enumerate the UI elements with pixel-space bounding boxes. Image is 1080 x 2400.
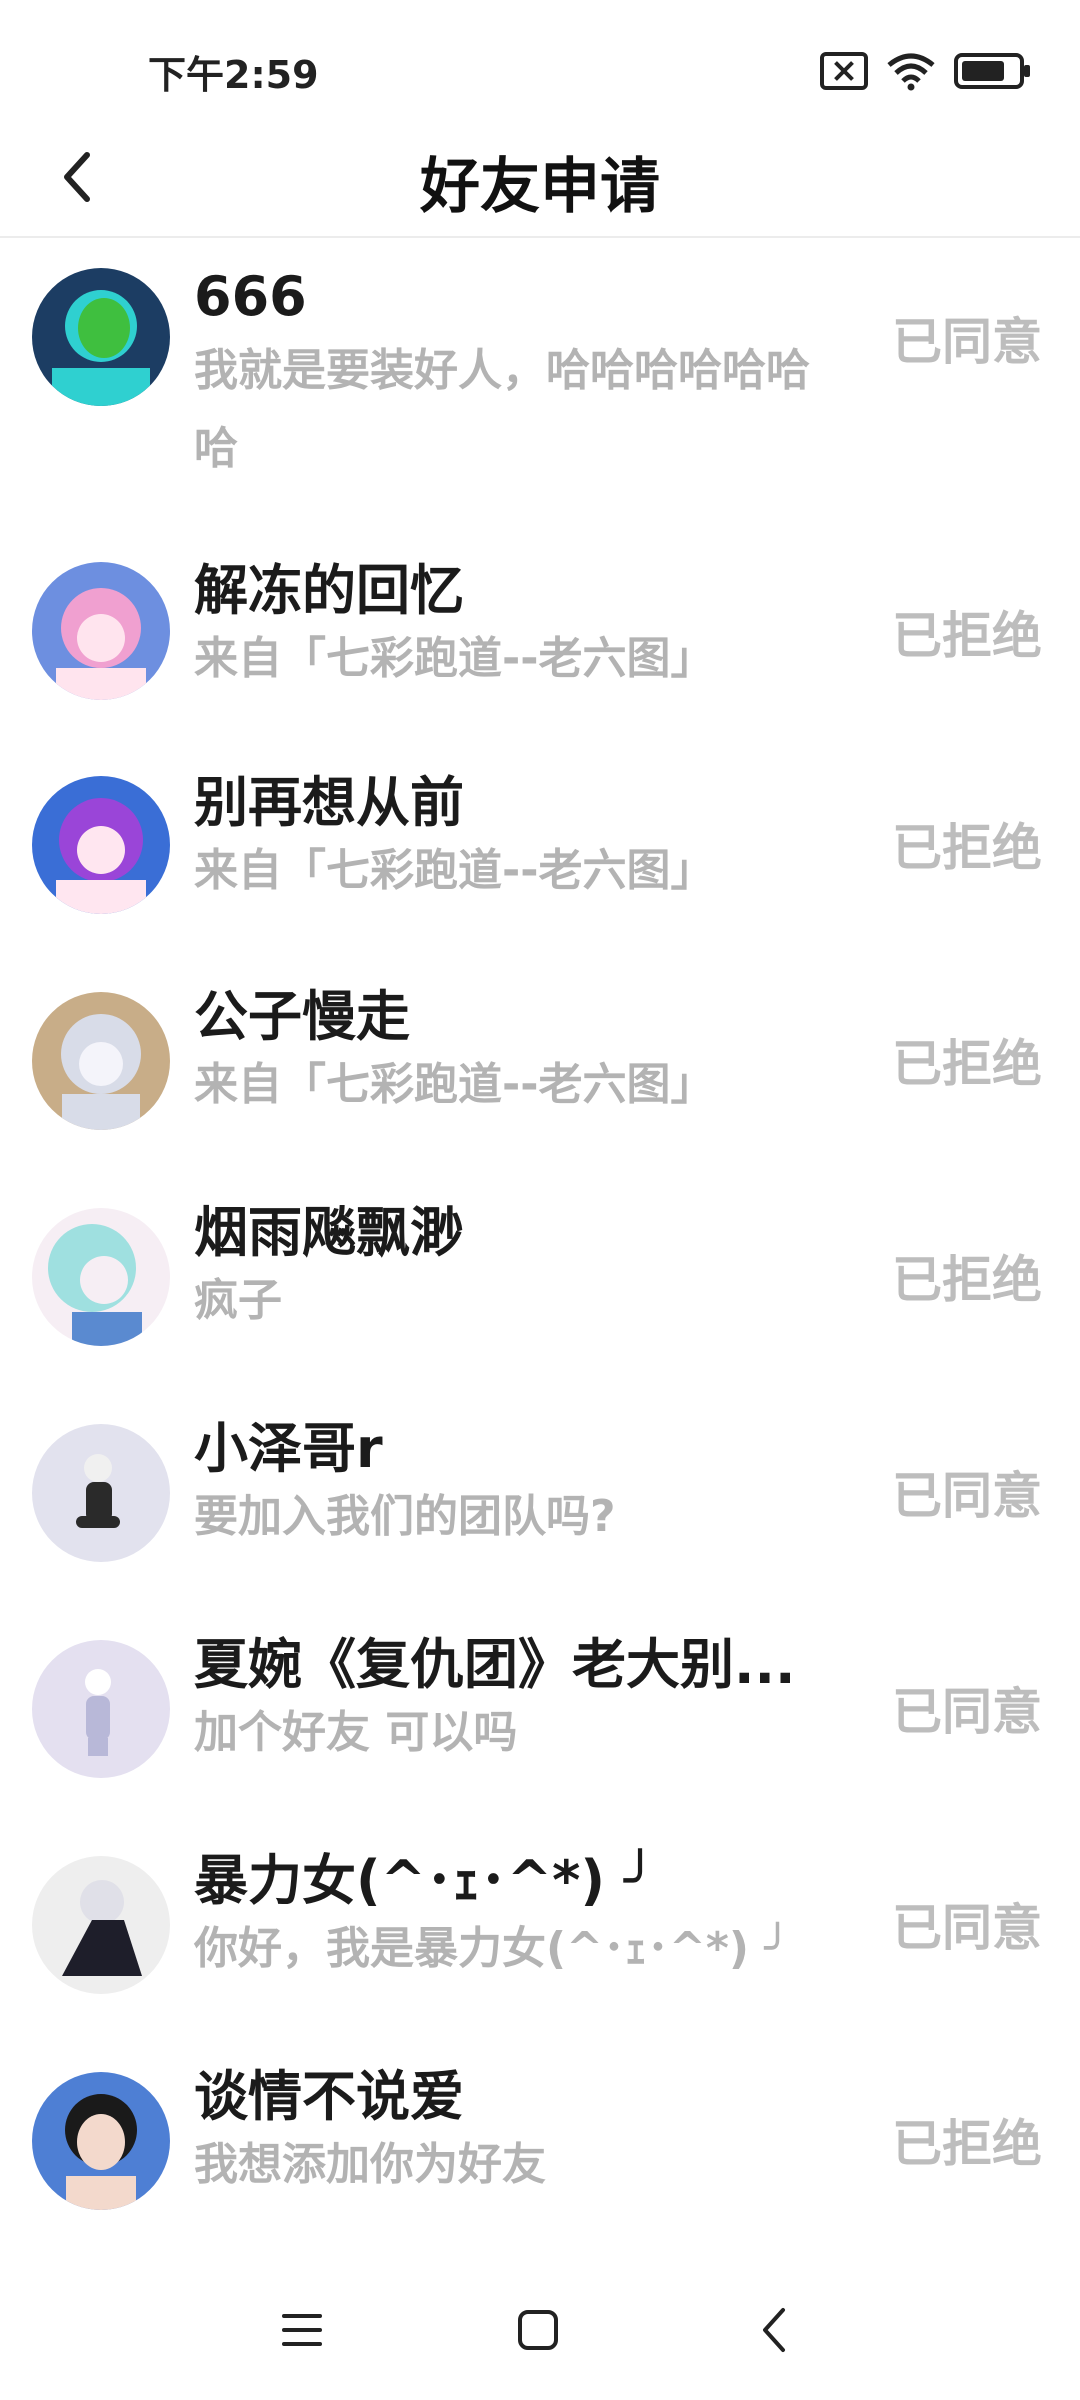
list-item[interactable]: 666 我就是要装好人，哈哈哈哈哈哈哈 已同意 [0, 240, 1080, 538]
status-label: 已同意 [892, 1467, 1042, 1525]
avatar [32, 776, 170, 914]
avatar [32, 992, 170, 1130]
avatar [32, 562, 170, 700]
request-message: 来自「七彩跑道--老六图」 [194, 633, 715, 684]
list-item[interactable]: 解冻的回忆 来自「七彩跑道--老六图」 已拒绝 [0, 538, 1080, 754]
requester-name: 夏婉《复仇团》老大别... [194, 1633, 796, 1696]
avatar [32, 2072, 170, 2210]
back-icon [763, 2308, 785, 2352]
requester-name: 别再想从前 [194, 771, 464, 834]
system-back-button[interactable] [734, 2290, 814, 2370]
list-item[interactable]: 暴力女(^･ｪ･^*) ╯ 你好，我是暴力女(^･ｪ･^*) ╯ 已同意 [0, 1834, 1080, 2050]
request-message: 我想添加你为好友 [194, 2139, 546, 2190]
request-message: 来自「七彩跑道--老六图」 [194, 845, 715, 896]
requester-name: 小泽哥r [194, 1417, 383, 1480]
home-button[interactable] [498, 2290, 578, 2370]
requester-name: 暴力女(^･ｪ･^*) ╯ [194, 1849, 657, 1912]
request-message: 加个好友 可以吗 [194, 1707, 518, 1758]
request-message: 你好，我是暴力女(^･ｪ･^*) ╯ [194, 1923, 791, 1974]
status-time: 下午2:59 [148, 53, 319, 97]
status-label: 已拒绝 [892, 607, 1042, 665]
status-label: 已拒绝 [892, 1251, 1042, 1309]
system-nav-bar [0, 2280, 1080, 2380]
request-message: 要加入我们的团队吗? [194, 1491, 616, 1542]
page-title: 好友申请 [420, 152, 660, 222]
requester-name: 谈情不说爱 [194, 2065, 464, 2128]
requester-name: 烟雨飚飘渺 [194, 1201, 464, 1264]
no-sim-icon [820, 52, 868, 90]
list-item[interactable]: 谈情不说爱 我想添加你为好友 已拒绝 [0, 2050, 1080, 2266]
app-header: 好友申请 [0, 120, 1080, 238]
menu-icon [282, 2314, 322, 2346]
request-message: 疯子 [194, 1275, 282, 1326]
avatar [32, 1424, 170, 1562]
requester-name: 公子慢走 [194, 985, 410, 1048]
list-item[interactable]: 烟雨飚飘渺 疯子 已拒绝 [0, 1186, 1080, 1402]
status-label: 已同意 [892, 1683, 1042, 1741]
friend-request-list: 666 我就是要装好人，哈哈哈哈哈哈哈 已同意 解冻的回忆 来自「七彩跑道--老… [0, 240, 1080, 2266]
list-item[interactable]: 别再想从前 来自「七彩跑道--老六图」 已拒绝 [0, 754, 1080, 970]
list-item[interactable]: 夏婉《复仇团》老大别... 加个好友 可以吗 已同意 [0, 1618, 1080, 1834]
request-message: 来自「七彩跑道--老六图」 [194, 1059, 715, 1110]
status-label: 已同意 [892, 313, 1042, 371]
home-icon [518, 2310, 558, 2350]
wifi-icon [887, 53, 935, 91]
status-label: 已同意 [892, 1899, 1042, 1957]
list-item[interactable]: 小泽哥r 要加入我们的团队吗? 已同意 [0, 1402, 1080, 1618]
status-label: 已拒绝 [892, 1035, 1042, 1093]
request-message: 我就是要装好人，哈哈哈哈哈哈哈 [194, 345, 810, 474]
status-bar: 下午2:59 [0, 0, 1080, 130]
requester-name: 666 [194, 265, 307, 328]
avatar [32, 1640, 170, 1778]
list-item[interactable]: 公子慢走 来自「七彩跑道--老六图」 已拒绝 [0, 970, 1080, 1186]
avatar [32, 1208, 170, 1346]
status-label: 已拒绝 [892, 2115, 1042, 2173]
status-icons [820, 46, 1030, 96]
avatar [32, 1856, 170, 1994]
avatar [32, 268, 170, 406]
requester-name: 解冻的回忆 [194, 559, 464, 622]
status-label: 已拒绝 [892, 819, 1042, 877]
recents-button[interactable] [262, 2290, 342, 2370]
battery-icon [954, 53, 1030, 89]
